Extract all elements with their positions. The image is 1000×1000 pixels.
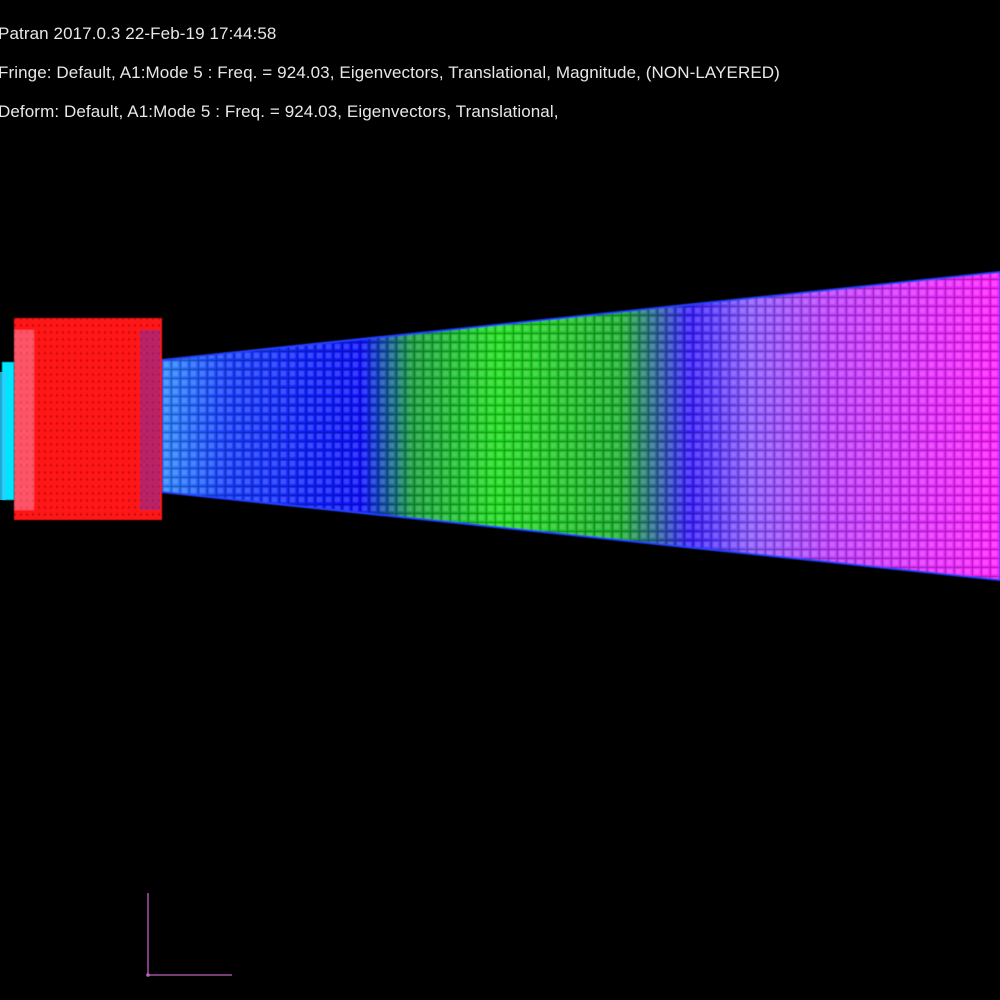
hub-edge-mesh xyxy=(0,362,14,500)
patran-viewport[interactable]: Patran 2017.0.3 22-Feb-19 17:44:58 Fring… xyxy=(0,0,1000,1000)
axis-triad-icon xyxy=(146,893,232,977)
fem-model-view[interactable] xyxy=(0,0,1000,1000)
hub-mesh xyxy=(14,318,162,520)
blade-mesh xyxy=(161,270,1000,582)
